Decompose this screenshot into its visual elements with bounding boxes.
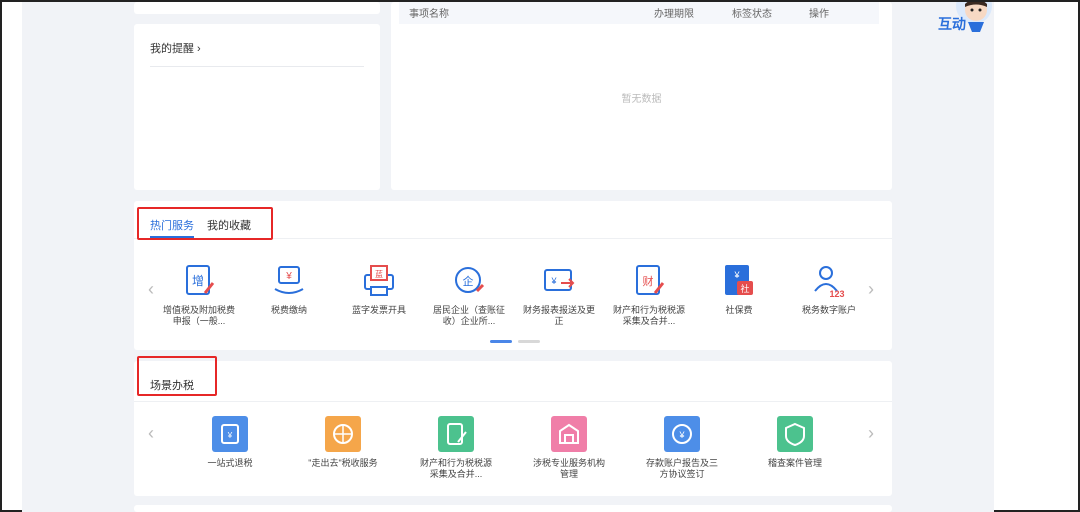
service-label: 税费缴纳 bbox=[270, 305, 307, 315]
service-digital-account[interactable]: 123 税务数字账户 bbox=[789, 263, 869, 316]
divider bbox=[134, 401, 892, 402]
service-social-insurance[interactable]: ¥ 社 社保费 bbox=[699, 263, 779, 316]
service-label: 财务报表报送及更正 bbox=[522, 305, 595, 326]
scene-label: "走出去"税收服务 bbox=[308, 458, 378, 468]
svg-text:增: 增 bbox=[192, 274, 204, 288]
column-header-deadline: 办理期限 bbox=[654, 9, 694, 20]
hot-services-card: 热门服务 我的收藏 ‹ › 增 增值税及附加税费申报（一般... ¥ 税费缴纳 bbox=[134, 201, 892, 350]
svg-text:社: 社 bbox=[740, 283, 749, 294]
scene-next-arrow[interactable]: › bbox=[868, 423, 874, 444]
empty-state-text: 暂无数据 bbox=[621, 94, 662, 105]
column-header-tag-status: 标签状态 bbox=[732, 9, 772, 20]
scene-label: 一站式退税 bbox=[207, 458, 253, 468]
scene-go-global[interactable]: "走出去"税收服务 bbox=[303, 416, 383, 469]
highlight-box bbox=[137, 356, 217, 396]
assistant-label: 互动 bbox=[938, 16, 966, 32]
scene-services-card: 场景办税 ‹ › ¥ 一站式退税 "走出去"税收服务 财产和行为税税源采集及合并… bbox=[134, 356, 892, 496]
svg-text:企: 企 bbox=[463, 274, 474, 288]
top-left-card-partial bbox=[134, 2, 380, 14]
svg-text:¥: ¥ bbox=[550, 276, 557, 286]
scene-tax-agency[interactable]: 涉税专业服务机构管理 bbox=[529, 416, 609, 480]
property-collect-icon bbox=[438, 416, 474, 452]
service-financial-report[interactable]: ¥ 财务报表报送及更正 bbox=[519, 263, 599, 327]
social-insurance-icon: ¥ 社 bbox=[725, 265, 753, 295]
scene-label: 存款账户报告及三方协议签订 bbox=[645, 458, 718, 479]
tasks-card: 事项名称 办理期限 标签状态 操作 暂无数据 bbox=[391, 2, 892, 190]
vat-declare-icon: 增 bbox=[186, 265, 215, 295]
deposit-account-icon: ¥ bbox=[664, 416, 700, 452]
scene-label: 稽查案件管理 bbox=[767, 458, 822, 468]
scene-label: 财产和行为税税源采集及合并... bbox=[419, 458, 492, 479]
service-enterprise-income-tax[interactable]: 企 居民企业（查账征收）企业所... bbox=[429, 263, 509, 327]
service-tax-payment[interactable]: ¥ 税费缴纳 bbox=[249, 263, 329, 316]
svg-text:¥: ¥ bbox=[227, 431, 233, 440]
bottom-card-partial bbox=[134, 505, 892, 512]
refund-icon: ¥ bbox=[212, 416, 248, 452]
enterprise-tax-icon: 企 bbox=[455, 267, 485, 293]
divider bbox=[150, 66, 364, 67]
service-label: 社保费 bbox=[725, 305, 753, 315]
svg-text:财: 财 bbox=[643, 274, 654, 288]
carousel-dot[interactable] bbox=[518, 340, 540, 343]
reminder-card: 我的提醒 › bbox=[134, 24, 380, 190]
highlight-box bbox=[137, 207, 273, 240]
service-label: 增值税及附加税费申报（一般... bbox=[162, 305, 235, 326]
assistant-avatar[interactable]: 互动 bbox=[924, 0, 994, 34]
scene-label: 涉税专业服务机构管理 bbox=[532, 458, 605, 479]
column-header-item-name: 事项名称 bbox=[409, 9, 449, 20]
service-label: 税务数字账户 bbox=[801, 305, 856, 315]
service-vat-declare[interactable]: 增 增值税及附加税费申报（一般... bbox=[159, 263, 239, 327]
digital-account-icon: 123 bbox=[814, 266, 845, 299]
inspection-icon bbox=[777, 416, 813, 452]
tax-payment-icon: ¥ bbox=[274, 266, 304, 294]
svg-text:¥: ¥ bbox=[733, 270, 740, 280]
svg-text:蓝: 蓝 bbox=[375, 269, 383, 279]
svg-text:123: 123 bbox=[829, 289, 844, 299]
scene-property-collect[interactable]: 财产和行为税税源采集及合并... bbox=[416, 416, 496, 480]
service-property-tax[interactable]: 财 财产和行为税税源采集及合并... bbox=[609, 263, 689, 327]
scene-prev-arrow[interactable]: ‹ bbox=[148, 423, 154, 444]
svg-text:¥: ¥ bbox=[285, 271, 292, 282]
property-tax-icon: 财 bbox=[636, 265, 665, 295]
agency-icon bbox=[551, 416, 587, 452]
svg-text:¥: ¥ bbox=[678, 430, 685, 440]
carousel-prev-arrow[interactable]: ‹ bbox=[148, 279, 154, 300]
scene-deposit-account[interactable]: ¥ 存款账户报告及三方协议签订 bbox=[642, 416, 722, 480]
service-invoice-issue[interactable]: 蓝 蓝字发票开具 bbox=[339, 263, 419, 316]
go-global-icon bbox=[325, 416, 361, 452]
tasks-table-header: 事项名称 办理期限 标签状态 操作 bbox=[399, 2, 879, 24]
column-header-action: 操作 bbox=[809, 9, 829, 20]
carousel-dot-active[interactable] bbox=[490, 340, 512, 343]
service-label: 居民企业（查账征收）企业所... bbox=[432, 305, 505, 326]
service-label: 财产和行为税税源采集及合并... bbox=[612, 305, 685, 326]
scene-inspection-case[interactable]: 稽查案件管理 bbox=[755, 416, 835, 469]
financial-report-icon: ¥ bbox=[544, 269, 575, 291]
screenshot-frame: 我的提醒 › 事项名称 办理期限 标签状态 操作 暂无数据 热门服务 我的收藏 … bbox=[0, 0, 1080, 512]
scene-one-stop-refund[interactable]: ¥ 一站式退税 bbox=[190, 416, 270, 469]
service-label: 蓝字发票开具 bbox=[351, 305, 406, 315]
reminder-title-link[interactable]: 我的提醒 › bbox=[150, 40, 201, 56]
invoice-print-icon: 蓝 bbox=[364, 265, 394, 296]
